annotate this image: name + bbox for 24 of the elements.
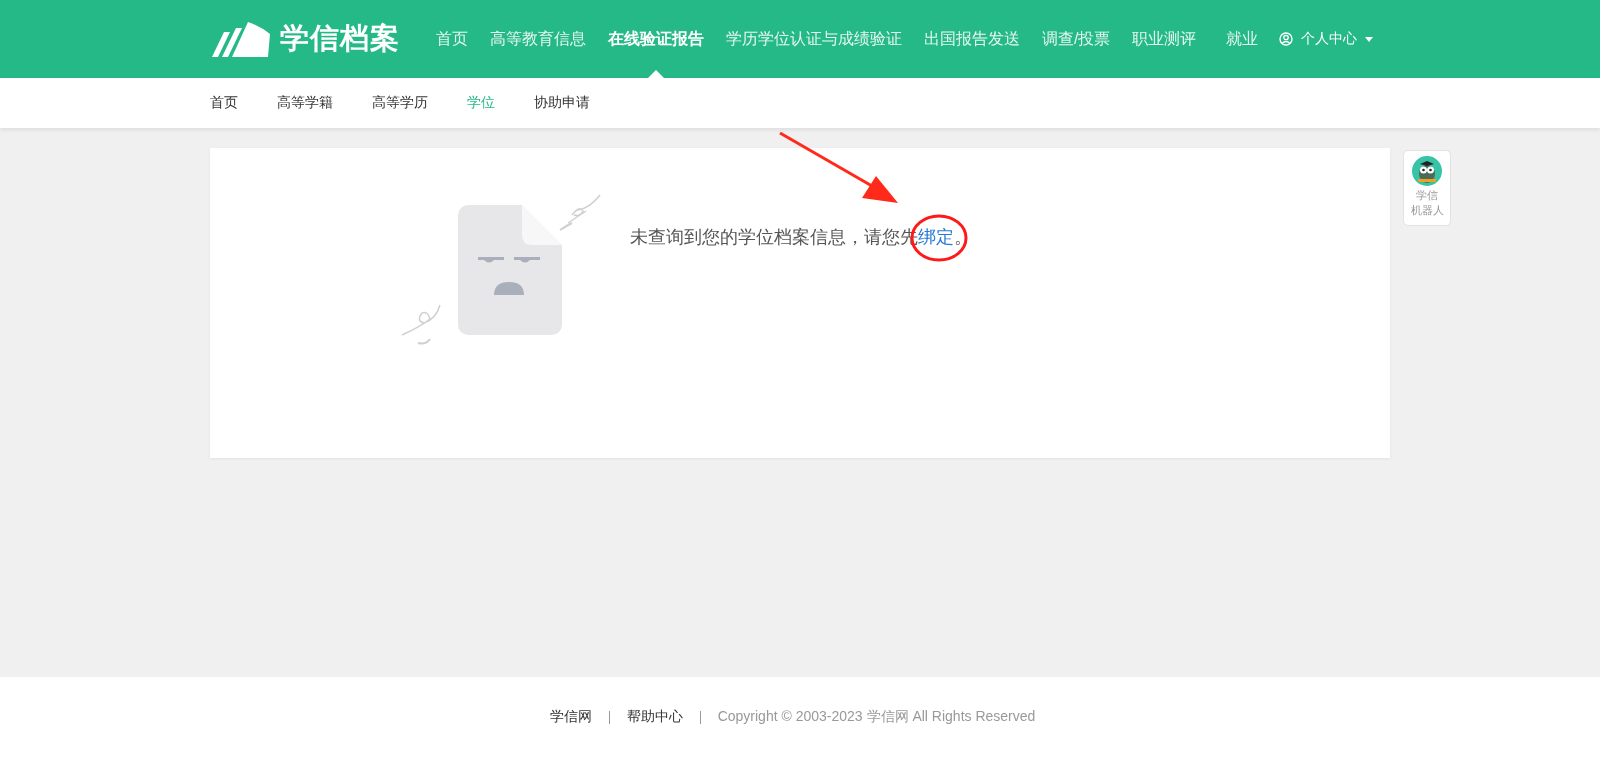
user-icon <box>1279 32 1294 46</box>
subnav-tab[interactable]: 首页 <box>210 94 238 112</box>
logo-icon <box>210 20 270 58</box>
logo-text: 学信档案 <box>280 21 400 56</box>
user-menu[interactable]: 个人中心 <box>1279 30 1374 48</box>
nav-link[interactable]: 调查/投票 <box>1031 0 1122 78</box>
subnav-tab[interactable]: 协助申请 <box>534 94 590 112</box>
subnav-tab[interactable]: 高等学历 <box>372 94 428 112</box>
caret-icon <box>1365 36 1374 42</box>
copyright-text: Copyright © 2003-2023 学信网 All Rights Reserved <box>717 708 1036 726</box>
subnav-tab[interactable]: 学位 <box>467 94 495 112</box>
nav-link[interactable]: 学历学位认证与成绩验证 <box>715 0 913 78</box>
robot-label[interactable]: 学信 <box>1416 188 1438 203</box>
bind-link[interactable]: 绑定 <box>918 227 954 247</box>
footer-link[interactable]: 帮助中心 <box>626 708 683 726</box>
nav-link[interactable]: 高等教育信息 <box>479 0 597 78</box>
nav-link[interactable]: 首页 <box>425 0 479 78</box>
subnav-tab[interactable]: 高等学籍 <box>277 94 333 112</box>
owl-mascot-icon <box>1412 156 1442 186</box>
footer-link[interactable]: 学信网 <box>549 708 592 726</box>
nav-link[interactable]: 就业 <box>1215 0 1270 78</box>
robot-label[interactable]: 机器人 <box>1410 203 1444 218</box>
nav-link[interactable]: 职业测评 <box>1121 0 1208 78</box>
nav-link[interactable]: 出国报告发送 <box>913 0 1031 78</box>
